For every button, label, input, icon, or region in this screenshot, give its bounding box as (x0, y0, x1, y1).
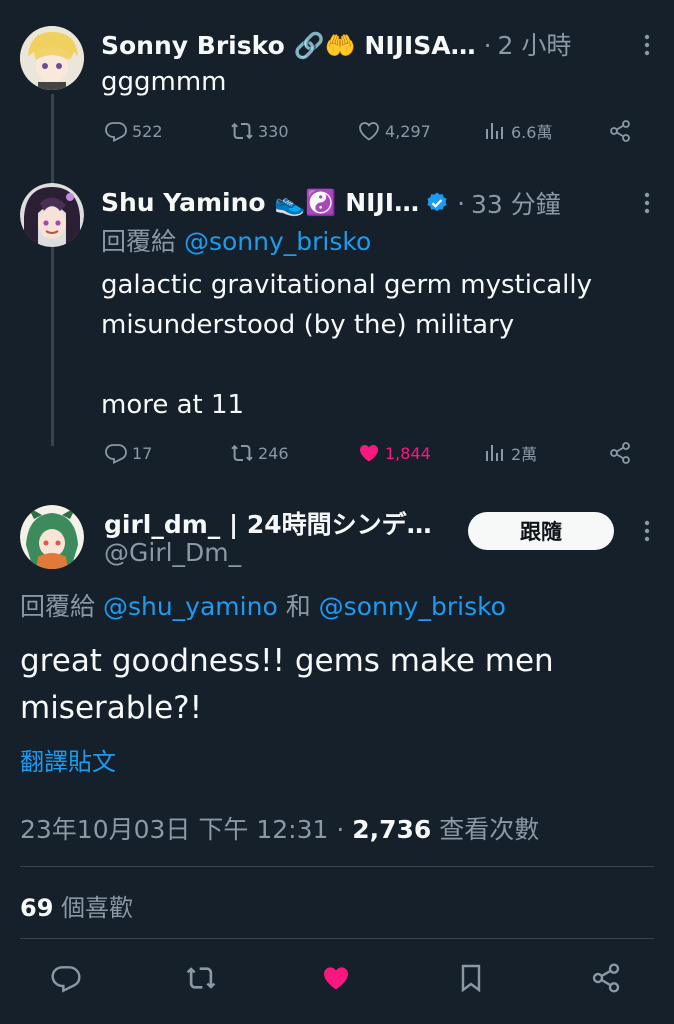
separator-dot: · (483, 31, 492, 60)
retweet-icon (231, 122, 253, 140)
tweet-time[interactable]: 2 小時 (498, 26, 572, 62)
display-name[interactable]: girl_dm_ | 24時間シンデ… (104, 505, 432, 541)
divider (20, 866, 654, 867)
avatar-shu[interactable] (20, 183, 84, 247)
display-name[interactable]: Sonny Brisko 🔗🤲 NIJISA… (101, 31, 476, 61)
views-count: 6.6萬 (511, 123, 553, 142)
reply-to-mention[interactable]: @sonny_brisko (319, 592, 506, 621)
tweet-text-line: misunderstood (by the) military (101, 310, 515, 340)
share-button[interactable] (590, 962, 622, 998)
avatar-girl-dm[interactable] (20, 505, 84, 569)
tweet-text-line: miserable?! (20, 690, 203, 726)
retweet-icon (231, 444, 253, 462)
main-tweet-text: great goodness!! gems make men miserable… (20, 638, 554, 732)
views-icon (486, 445, 503, 461)
views-count: 2,736 (352, 815, 432, 844)
more-icon[interactable] (644, 34, 650, 56)
tweet-text: galactic gravitational germ mystically m… (101, 265, 641, 425)
reply-icon (105, 122, 127, 142)
share-icon (610, 442, 630, 464)
tweet-text-line: more at 11 (101, 390, 245, 420)
views-button[interactable]: 6.6萬 (483, 119, 552, 143)
tweet-time[interactable]: 33 分鐘 (471, 185, 561, 221)
likes-count: 69 (20, 894, 54, 922)
retweet-button[interactable]: 330 (230, 119, 289, 143)
reply-count: 17 (132, 443, 153, 463)
like-count: 1,844 (385, 443, 431, 463)
separator-dot: · (336, 815, 345, 844)
post-timestamp[interactable]: 23年10月03日 下午 12:31 (20, 815, 328, 844)
likes-summary[interactable]: 69 個喜歡 (20, 888, 133, 923)
main-tweet-action-bar (0, 948, 674, 1008)
views-label: 查看次數 (439, 815, 540, 844)
more-icon[interactable] (644, 520, 650, 542)
display-name[interactable]: Shu Yamino 👟☯️ NIJI… (101, 188, 419, 218)
retweet-button[interactable]: 246 (230, 441, 289, 465)
share-button[interactable] (608, 441, 632, 465)
divider (20, 938, 654, 939)
reply-button[interactable]: 17 (104, 441, 152, 465)
avatar-sonny[interactable] (20, 26, 84, 90)
views-button[interactable]: 2萬 (483, 441, 537, 465)
separator-dot: · (457, 188, 466, 218)
views-icon (486, 123, 503, 139)
retweet-button[interactable] (185, 962, 217, 998)
likes-label: 個喜歡 (61, 894, 134, 922)
translate-post-link[interactable]: 翻譯貼文 (20, 742, 116, 777)
reply-icon (105, 444, 127, 464)
tweet-text-line: great goodness!! gems make men (20, 643, 554, 679)
like-button[interactable]: 4,297 (357, 119, 431, 143)
reply-to-mention[interactable]: @shu_yamino (103, 592, 278, 621)
reply-to-label: 回覆給 (20, 592, 96, 621)
tweet-text: gggmmm (101, 67, 227, 97)
reply-to-mention[interactable]: @sonny_brisko (184, 227, 371, 256)
bookmark-button[interactable] (455, 962, 487, 998)
like-icon (360, 445, 378, 462)
handle[interactable]: @Girl_Dm_ (104, 538, 241, 567)
share-icon (610, 120, 630, 142)
like-button[interactable]: 1,844 (357, 441, 431, 465)
like-count: 4,297 (385, 121, 431, 141)
reply-button[interactable]: 522 (104, 119, 163, 143)
retweet-count: 330 (258, 121, 289, 141)
share-icon (592, 963, 620, 993)
views-count: 2萬 (511, 445, 538, 464)
reply-icon (51, 966, 81, 993)
tweet-text-line: galactic gravitational germ mystically (101, 270, 593, 300)
reply-count: 522 (132, 121, 163, 141)
retweet-icon (186, 967, 216, 989)
verified-badge-icon (427, 192, 447, 212)
bookmark-icon (461, 964, 481, 993)
reply-conjunction: 和 (285, 592, 311, 621)
share-button[interactable] (608, 119, 632, 143)
follow-button[interactable]: 跟隨 (468, 512, 614, 550)
like-button[interactable] (320, 962, 352, 998)
reply-to-label: 回覆給 (101, 227, 177, 256)
more-icon[interactable] (644, 192, 650, 214)
thread-connector-line (51, 94, 54, 446)
retweet-count: 246 (258, 443, 289, 463)
like-icon (324, 967, 348, 990)
reply-button[interactable] (50, 962, 82, 998)
like-icon (359, 122, 379, 141)
